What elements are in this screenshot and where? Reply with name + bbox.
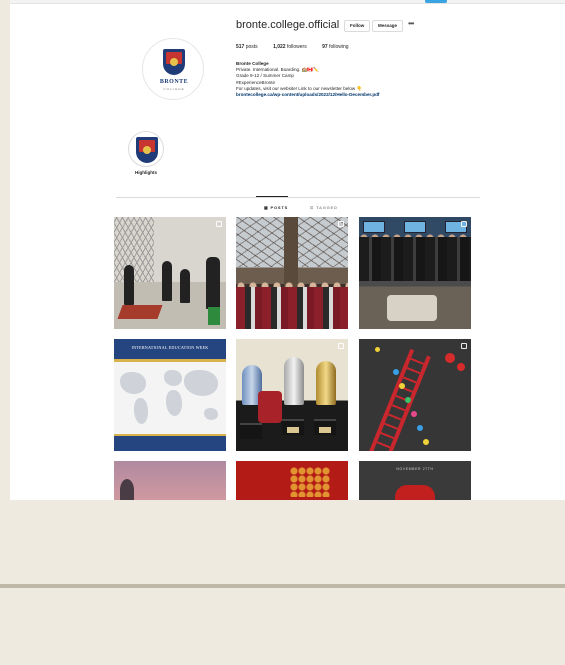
profile-stats: 517 posts 1,022 followers 97 following [236, 44, 363, 50]
trophy-plate [287, 427, 299, 433]
following-label: following [329, 44, 349, 50]
continent-shape [204, 408, 218, 420]
tab-tagged[interactable]: ⊡ TAGGED [310, 205, 338, 210]
firework-splash [290, 467, 330, 497]
continent-shape [120, 372, 146, 394]
following-count: 97 [322, 44, 328, 50]
post-sunset[interactable] [114, 461, 226, 500]
red-object [395, 485, 435, 500]
following-stat[interactable]: 97 following [322, 44, 348, 50]
post-robotics[interactable] [359, 217, 471, 329]
browser-top-strip [10, 0, 565, 4]
trophy-cup [316, 361, 336, 405]
posts-stat: 517 posts [236, 44, 258, 50]
trophy-plate [319, 427, 331, 433]
post-red-graphic[interactable] [236, 461, 348, 500]
iew-title: INTERNATIONAL EDUCATION WEEK [131, 345, 209, 350]
bead [417, 425, 423, 431]
post-trophies[interactable] [236, 339, 348, 451]
red-award [258, 391, 282, 423]
trophy-cup [284, 357, 304, 405]
message-button[interactable]: Message [372, 20, 404, 32]
multi-photo-icon [461, 343, 467, 349]
tree-trunk [284, 217, 298, 287]
page-rule [0, 584, 565, 588]
followers-count: 1,022 [273, 44, 286, 50]
bead [405, 397, 411, 403]
iew-footer-band [114, 434, 226, 451]
display-screen [363, 221, 385, 233]
bead [445, 353, 455, 363]
red-ladder-model [369, 348, 431, 451]
bio-link[interactable]: brontecollege.ca/wp-content/uploads/2022… [236, 92, 379, 98]
avatar-subword: COLLEGE [163, 87, 185, 91]
trophy-base [240, 423, 262, 439]
crest-icon [163, 49, 185, 75]
person-figure [206, 257, 220, 309]
avatar-wordmark: BRONTE [159, 79, 189, 85]
person-figure [162, 261, 172, 301]
highlight-label: Highlights [135, 170, 157, 175]
multi-photo-icon [338, 343, 344, 349]
tabs-divider [116, 197, 480, 198]
floor-mat [117, 305, 163, 319]
follow-button[interactable]: Follow [344, 20, 371, 32]
continent-shape [184, 370, 218, 396]
continent-shape [164, 370, 182, 386]
bead [411, 411, 417, 417]
tab-posts[interactable]: ▦ POSTS [264, 205, 288, 210]
bead [393, 369, 399, 375]
green-shorts [208, 307, 220, 325]
post-bead-project[interactable] [359, 339, 471, 451]
profile-username: bronte.college.official [236, 19, 340, 31]
active-tab-indicator [256, 196, 288, 197]
post-group-tree[interactable] [236, 217, 348, 329]
post-november[interactable]: NOVEMBER 27TH [359, 461, 471, 500]
person-figure [180, 269, 190, 303]
post-education-week[interactable]: INTERNATIONAL EDUCATION WEEK [114, 339, 226, 451]
crest-icon [136, 137, 158, 163]
bead [375, 347, 380, 352]
posts-label: posts [245, 44, 258, 50]
multi-photo-icon [461, 221, 467, 227]
display-screen [404, 221, 426, 233]
student-crowd [236, 287, 348, 329]
profile-bio: Bronte College Private. International. B… [236, 61, 379, 98]
profile-avatar[interactable]: BRONTE COLLEGE [142, 38, 204, 100]
followers-label: followers [286, 44, 307, 50]
top-accent-button[interactable] [425, 0, 447, 3]
more-options-icon[interactable]: ••• [408, 19, 414, 28]
tree-silhouette [120, 479, 134, 500]
team-crowd [359, 237, 471, 281]
multi-photo-icon [216, 221, 222, 227]
followers-stat[interactable]: 1,022 followers [273, 44, 307, 50]
story-highlight[interactable] [128, 131, 164, 167]
post-gym[interactable] [114, 217, 226, 329]
world-map [114, 362, 226, 434]
volleyball-net [114, 217, 154, 282]
continent-shape [166, 390, 182, 416]
bead [399, 383, 405, 389]
bead [457, 363, 465, 371]
posts-count: 517 [236, 44, 245, 50]
continent-shape [134, 398, 148, 424]
post-caption: NOVEMBER 27TH [396, 467, 434, 471]
bead [423, 439, 429, 445]
person-figure [124, 265, 134, 305]
multi-photo-icon [338, 221, 344, 227]
instagram-profile-screenshot: BRONTE COLLEGE bronte.college.official F… [10, 0, 565, 500]
robot-model [387, 295, 437, 321]
